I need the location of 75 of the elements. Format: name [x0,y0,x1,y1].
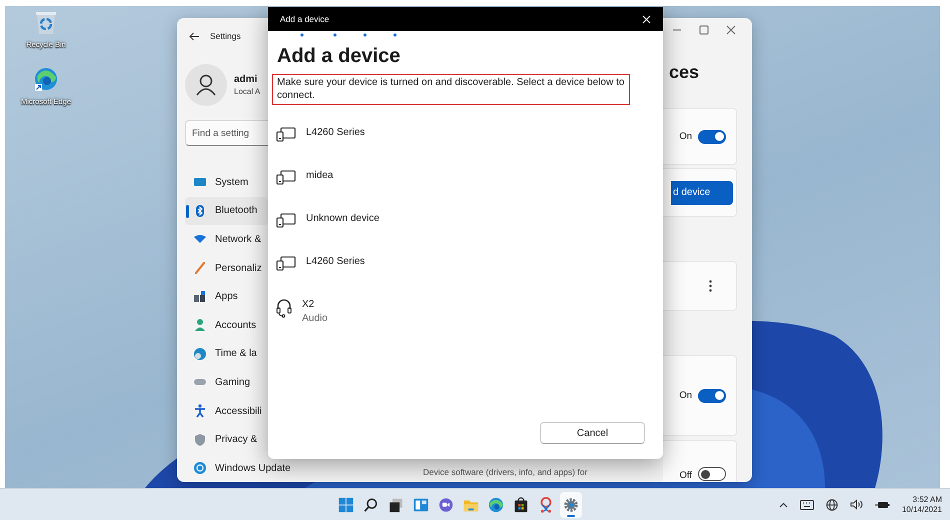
nav-item[interactable]: Accessibili [185,396,268,426]
apps-icon [193,290,207,304]
toggle-switch[interactable] [698,388,726,402]
headset-icon [276,299,292,318]
shopping-bag-icon [512,496,528,512]
browser-icon [488,496,504,512]
brush-icon [193,261,207,276]
stacked-squares-icon [388,496,404,512]
toggle-switch[interactable] [698,467,726,481]
four-squares-icon [338,496,354,512]
toggle-state-label: Off [680,470,692,481]
avatar [185,64,227,106]
toggle-switch[interactable] [698,130,726,144]
account-type: Local A [234,87,260,96]
person-icon [193,318,207,332]
widgets-icon [412,496,428,512]
instructions-text: Make sure your device is turned on and discoverable. Select a device below to connect. [272,74,630,105]
dialog-heading: Add a device [277,44,402,69]
chevron-up-icon[interactable] [778,502,788,508]
device-name: midea [306,170,334,181]
device-item[interactable]: L4260 Series [268,113,663,156]
nav-item[interactable]: System [185,168,268,197]
device-icon [276,170,296,185]
nav-item[interactable]: Gaming [185,368,268,397]
clock-date[interactable]: 10/14/2021 [902,505,942,514]
nav-item[interactable]: Bluetooth [185,196,268,226]
shield-icon [193,432,207,447]
user-name: admi [234,74,258,85]
gear-icon [562,496,578,512]
device-type: Audio [302,313,328,324]
speaker-icon[interactable] [850,499,863,510]
search-field[interactable]: Find a setting [185,120,268,146]
page-title: ces [669,62,700,84]
device-name: L4260 Series [306,256,365,267]
globe-icon[interactable] [826,498,838,510]
device-name: Unknown device [306,213,380,224]
device-item[interactable]: L4260 Series [268,242,663,285]
recycle-bin-icon [33,10,59,36]
toggle-state-label: On [679,131,692,142]
device-icon [276,127,296,142]
window-title: Settings [210,31,241,41]
keyboard-icon[interactable] [800,500,814,510]
settings-button[interactable] [560,492,582,518]
search-icon [362,496,378,512]
nav-item[interactable]: Time & la [185,340,268,368]
more-options-icon[interactable] [709,280,712,292]
battery-plug-icon[interactable] [874,500,890,510]
nav-item[interactable]: Apps [185,282,268,311]
nav-item[interactable]: Windows Update [185,454,291,482]
device-item[interactable]: X2 Audio [268,285,663,328]
device-icon [276,256,296,271]
cancel-button[interactable]: Cancel [540,422,645,444]
sync-icon [193,461,207,476]
nav-item[interactable]: Personaliz [185,254,268,282]
device-name: L4260 Series [306,127,365,138]
globe-clock-icon [193,346,207,361]
back-arrow-icon[interactable] [189,32,200,40]
accessibility-icon [193,404,207,418]
bluetooth-icon [193,204,207,218]
device-name: X2 [302,299,316,310]
maximize-icon[interactable] [699,25,709,35]
edge-icon [33,67,59,94]
nav-item[interactable]: Privacy & [185,425,268,454]
description-text: Device software (drivers, info, and apps) for [423,467,588,477]
add-device-button[interactable]: d device [671,180,733,204]
nav-item[interactable]: Accounts [185,310,268,340]
nav-item[interactable]: Network & [185,225,268,254]
video-chat-icon [438,496,454,512]
device-item[interactable]: Unknown device [268,199,663,242]
device-item[interactable]: midea [268,156,663,199]
clock-time[interactable]: 3:52 AM [912,495,942,504]
device-icon [276,213,296,228]
toggle-state-label: On [679,390,692,401]
scissors-icon [538,496,554,512]
dialog-title: Add a device [280,14,330,24]
